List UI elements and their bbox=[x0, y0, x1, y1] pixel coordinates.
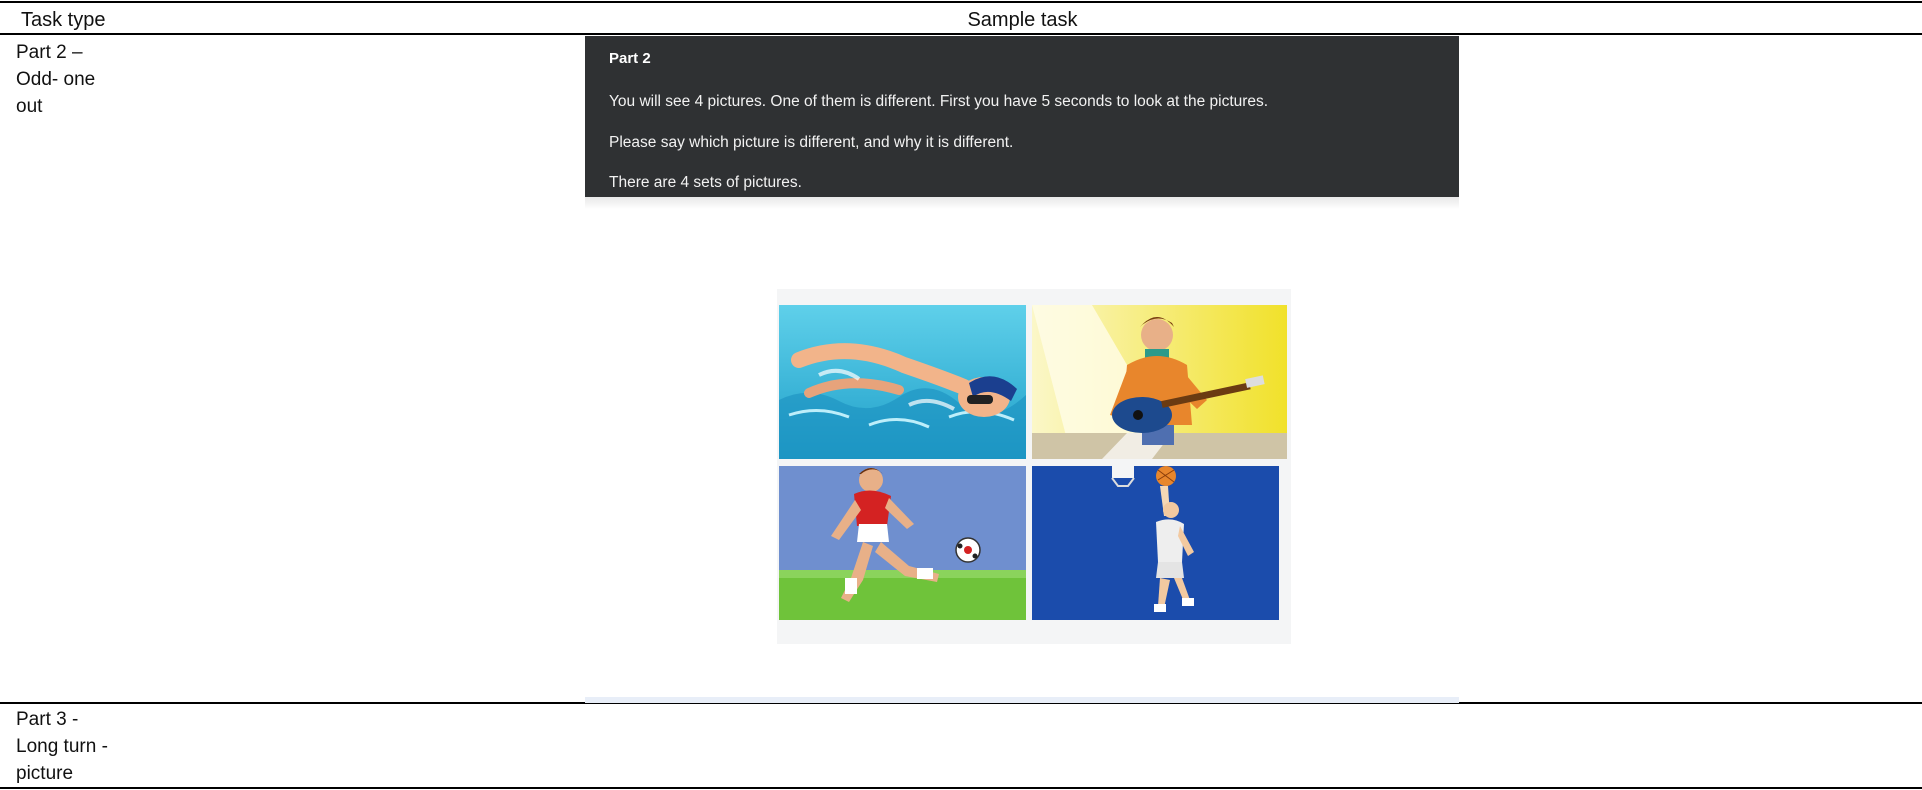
panel-line: Please say which picture is different, a… bbox=[609, 134, 1014, 151]
table-bottom-rule bbox=[0, 787, 1922, 789]
guitarist-illustration bbox=[1032, 305, 1287, 459]
task-type-line: Part 3 - bbox=[16, 709, 79, 730]
row-2-task-type: Part 3 - Long turn - picture bbox=[16, 706, 108, 787]
football-player-illustration bbox=[779, 466, 1026, 620]
picture-grid bbox=[777, 289, 1291, 644]
panel-line: You will see 4 pictures. One of them is … bbox=[609, 93, 1269, 110]
panel-line: There are 4 sets of pictures. bbox=[609, 174, 802, 191]
image-bottom-strip bbox=[585, 697, 1459, 703]
header-sample-task: Sample task bbox=[967, 9, 1078, 31]
row-1-task-type: Part 2 – Odd- one out bbox=[16, 39, 95, 120]
task-type-line: Part 2 – bbox=[16, 42, 83, 63]
task-type-line: Odd- one bbox=[16, 69, 96, 90]
panel-title: Part 2 bbox=[609, 50, 651, 67]
instruction-panel: Part 2 You will see 4 pictures. One of t… bbox=[585, 36, 1459, 198]
swimmer-illustration bbox=[779, 305, 1026, 459]
basketball-player-illustration bbox=[1032, 466, 1279, 620]
task-type-line: picture bbox=[16, 763, 74, 784]
panel-shadow bbox=[585, 197, 1459, 209]
task-type-line: Long turn - bbox=[16, 736, 108, 757]
task-type-line: out bbox=[16, 96, 43, 117]
table-top-rule bbox=[0, 1, 1922, 3]
